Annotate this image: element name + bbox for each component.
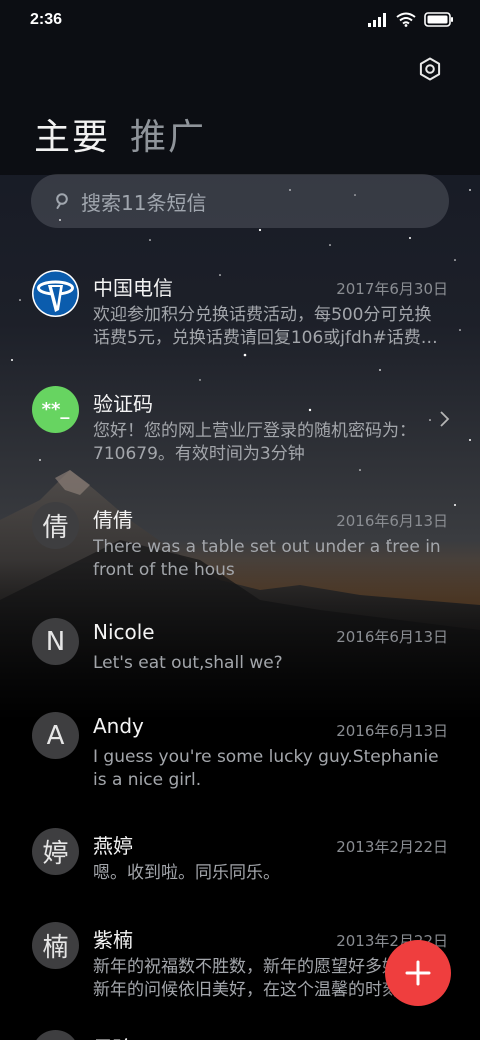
chevron-right-icon[interactable]: [436, 409, 452, 429]
preview-line: front of the hous: [93, 560, 235, 580]
preview-line: Let's eat out,shall we?: [93, 653, 283, 673]
message-date: 2016年6月13日: [336, 512, 448, 530]
message-date: 2016年6月13日: [336, 722, 448, 740]
conversation-item[interactable]: **_ 验证码 您好！您的网上营业厅登录的随机密码为： 710679。有效时间为…: [0, 376, 480, 472]
preview-line: I guess you're some lucky guy.Stephanie: [93, 747, 439, 767]
conversation-item[interactable]: N Nicole 2016年6月13日 Let's eat out,shall …: [0, 608, 480, 680]
category-tabs: 主要 推广: [34, 108, 206, 160]
wifi-icon: [396, 12, 416, 27]
contact-name: 验证码: [93, 392, 153, 416]
contact-name: 倩倩: [93, 508, 133, 532]
conversation-item[interactable]: A Andy 2016年6月13日 I guess you're some lu…: [0, 702, 480, 798]
status-time: 2:36: [30, 11, 63, 28]
avatar: N: [32, 618, 79, 665]
status-bar: 2:36: [0, 0, 480, 40]
avatar: 楠: [32, 922, 79, 969]
message-preview: 欢迎参加积分兑换话费活动，每500分可兑换 话费5元，兑换话费请回复106或jf…: [93, 304, 449, 350]
tab-primary[interactable]: 主要: [34, 108, 110, 160]
message-date: 2017年6月30日: [336, 280, 448, 298]
avatar: [32, 1030, 79, 1040]
battery-icon: [424, 12, 453, 27]
preview-line: 您好！您的网上营业厅登录的随机密码为：: [93, 421, 416, 441]
china-telecom-logo: [32, 270, 79, 317]
preview-line: 710679。有效时间为3分钟: [93, 444, 305, 464]
gear-icon: [419, 57, 441, 81]
preview-line: 欢迎参加积分兑换话费活动，每500分可兑换: [93, 305, 432, 325]
search-placeholder: 搜索11条短信: [81, 190, 207, 215]
plus-icon: [405, 960, 431, 986]
message-preview: There was a table set out under a tree i…: [93, 536, 449, 582]
status-icons: [368, 12, 454, 27]
contact-name: 子玲: [93, 1032, 133, 1040]
preview-line: There was a table set out under a tree i…: [93, 537, 441, 557]
signal-icon: [368, 12, 386, 27]
compose-button[interactable]: [385, 940, 451, 1006]
avatar: **_: [32, 386, 79, 433]
conversation-item[interactable]: 婷 燕婷 2013年2月22日 嗯。收到啦。同乐同乐。: [0, 818, 480, 890]
avatar: 倩: [32, 502, 79, 549]
messages-screen: 2:36 主要 推广 搜索11条短信 中国电信 2017年6月30日 欢迎参加积…: [0, 0, 480, 1040]
avatar: 婷: [32, 828, 79, 875]
contact-name: Nicole: [93, 620, 155, 644]
preview-line: 嗯。收到啦。同乐同乐。: [93, 863, 280, 883]
message-preview: 您好！您的网上营业厅登录的随机密码为： 710679。有效时间为3分钟: [93, 420, 449, 466]
search-input[interactable]: 搜索11条短信: [31, 174, 449, 228]
contact-name: 燕婷: [93, 834, 133, 858]
search-icon: [53, 192, 71, 210]
message-preview: I guess you're some lucky guy.Stephanie …: [93, 746, 449, 792]
tab-promotions[interactable]: 推广: [130, 108, 206, 160]
message-preview: Let's eat out,shall we?: [93, 652, 449, 675]
preview-line: 话费5元，兑换话费请回复106或jfdh#话费…: [93, 328, 438, 348]
contact-name: 紫楠: [93, 928, 133, 952]
settings-button[interactable]: [414, 53, 446, 85]
message-preview: 嗯。收到啦。同乐同乐。: [93, 862, 449, 885]
message-date: 2016年6月13日: [336, 628, 448, 646]
contact-name: 中国电信: [93, 276, 173, 300]
conversation-item[interactable]: 子玲: [0, 1020, 480, 1040]
contact-name: Andy: [93, 714, 144, 738]
conversation-item[interactable]: 倩 倩倩 2016年6月13日 There was a table set ou…: [0, 492, 480, 588]
message-date: 2013年2月22日: [336, 838, 448, 856]
avatar: A: [32, 712, 79, 759]
preview-line: is a nice girl.: [93, 770, 202, 790]
conversation-item[interactable]: 中国电信 2017年6月30日 欢迎参加积分兑换话费活动，每500分可兑换 话费…: [0, 260, 480, 356]
